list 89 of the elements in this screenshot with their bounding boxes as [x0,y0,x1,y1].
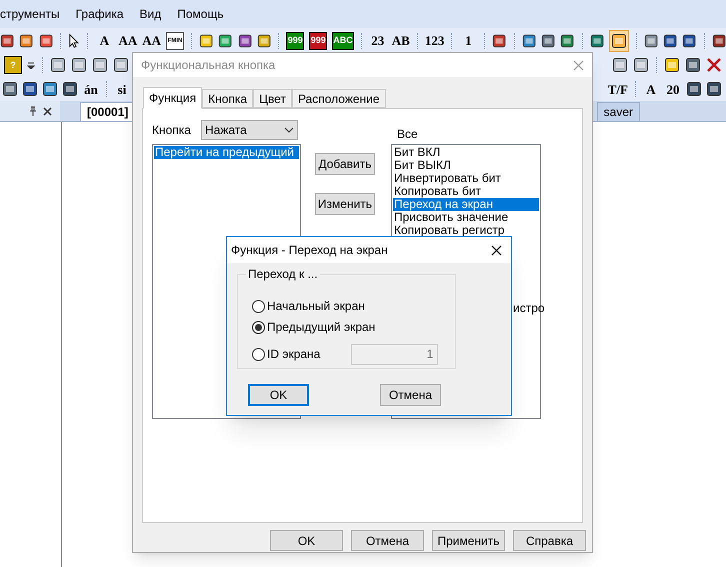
state-dropdown[interactable]: Нажата [200,120,298,140]
toolbar-button[interactable]: 123 [424,32,444,50]
toolbar-button[interactable]: 1 [459,32,478,50]
menu-item[interactable]: Вид [140,5,162,23]
list-item[interactable]: Копировать регистр [393,224,539,237]
square-icon[interactable] [612,57,628,73]
toolbar-button[interactable]: 999 [286,32,304,50]
dialog-tab[interactable]: Кнопка [202,89,254,108]
toolbar-button[interactable]: ABC [332,32,354,50]
radio-label: Начальный экран [267,298,365,315]
list-item[interactable]: Инвертировать бит [393,172,539,185]
dialog-tab[interactable]: Цвет [253,89,292,108]
square-icon[interactable] [218,32,233,48]
document-tab[interactable]: saver [596,102,640,121]
radio-button[interactable] [252,300,265,312]
square-icon[interactable] [19,32,34,48]
action-button[interactable]: Изменить [315,193,375,215]
cursor-icon[interactable] [68,32,80,48]
square-icon[interactable] [644,32,658,48]
action-button[interactable]: Добавить [315,153,375,175]
dialog-button[interactable]: Справка [513,530,586,551]
toolbar-button[interactable]: AA [142,32,162,50]
list-label: Все [397,126,418,143]
toolbar-button[interactable]: AB [392,32,410,50]
square-icon[interactable] [706,81,722,97]
radio-label: Предыдущий экран [267,319,376,336]
radio-button[interactable] [252,348,265,360]
square-icon[interactable] [113,57,129,73]
square-icon[interactable] [663,32,678,48]
square-icon[interactable] [71,57,87,73]
square-icon[interactable] [712,32,726,48]
square-icon[interactable] [2,81,18,97]
dialog-tab[interactable]: Расположение [292,89,386,108]
toolbar-button[interactable]: A [95,32,114,50]
square-icon[interactable] [38,32,53,48]
list-item[interactable]: Бит ВКЛ [393,146,539,159]
radio-label: ID экрана [267,346,320,363]
close-icon[interactable] [43,106,52,116]
dialog-button[interactable]: Применить [432,530,505,551]
close-icon[interactable] [491,244,502,256]
square-icon[interactable] [256,32,272,48]
window-title: Функция - Переход на экран [231,242,388,259]
square-icon[interactable] [682,32,697,48]
group-title: Переход к ... [246,267,320,281]
menu-item[interactable]: Графика [76,5,124,23]
list-item[interactable]: Переход на экран [393,198,539,211]
toolbar-button[interactable]: 999 [309,32,328,50]
list-item[interactable]: Присвоить значение [393,211,539,224]
toolbar-button[interactable]: si [113,80,131,98]
field-label: Кнопка [152,122,191,139]
square-icon[interactable] [199,32,214,48]
square-icon[interactable] [686,81,702,97]
square-icon[interactable] [522,32,536,48]
menu-item[interactable]: Помощь [177,5,224,23]
square-icon[interactable] [42,81,58,97]
square-icon[interactable] [560,32,575,48]
window-title: Функциональная кнопка [141,57,276,74]
dialog-button[interactable]: OK [270,530,343,551]
square-icon[interactable] [633,57,649,73]
toolbar-button[interactable]: AA [118,32,138,50]
chevron-icon [284,127,294,133]
toolbar-button[interactable]: A [642,80,660,98]
square-icon[interactable] [540,32,556,48]
dialog-tab[interactable]: Функция [143,87,202,109]
list-item[interactable]: Перейти на предыдущий [154,146,299,159]
square-icon[interactable] [0,32,14,48]
toolbar-button[interactable]: T/F [606,80,629,98]
dialog-button[interactable]: Отмена [351,530,424,551]
square-icon[interactable] [685,57,701,73]
toolbar-button[interactable]: 23 [368,32,387,50]
toolbar-button[interactable]: án [82,80,100,98]
radio-button[interactable] [252,320,265,334]
list-item[interactable]: Копировать бит [393,185,539,198]
list-item[interactable]: Бит ВЫКЛ [393,159,539,172]
square-icon[interactable] [62,81,78,97]
dialog-button[interactable]: OK [248,384,309,406]
square-icon[interactable] [92,57,108,73]
caret-icon[interactable] [27,61,35,69]
square-icon[interactable] [664,57,680,73]
list-item[interactable]: истро [513,302,545,315]
menu-item[interactable]: струменты [0,5,60,23]
square-icon[interactable] [238,32,252,48]
square-icon[interactable] [590,32,604,48]
square-icon[interactable] [22,81,38,97]
pin-icon[interactable] [29,106,37,116]
toolbar-button[interactable]: 20 [664,80,682,98]
dialog-button[interactable]: Отмена [380,384,441,406]
square-icon[interactable] [50,57,66,73]
square-icon[interactable] [492,32,507,48]
